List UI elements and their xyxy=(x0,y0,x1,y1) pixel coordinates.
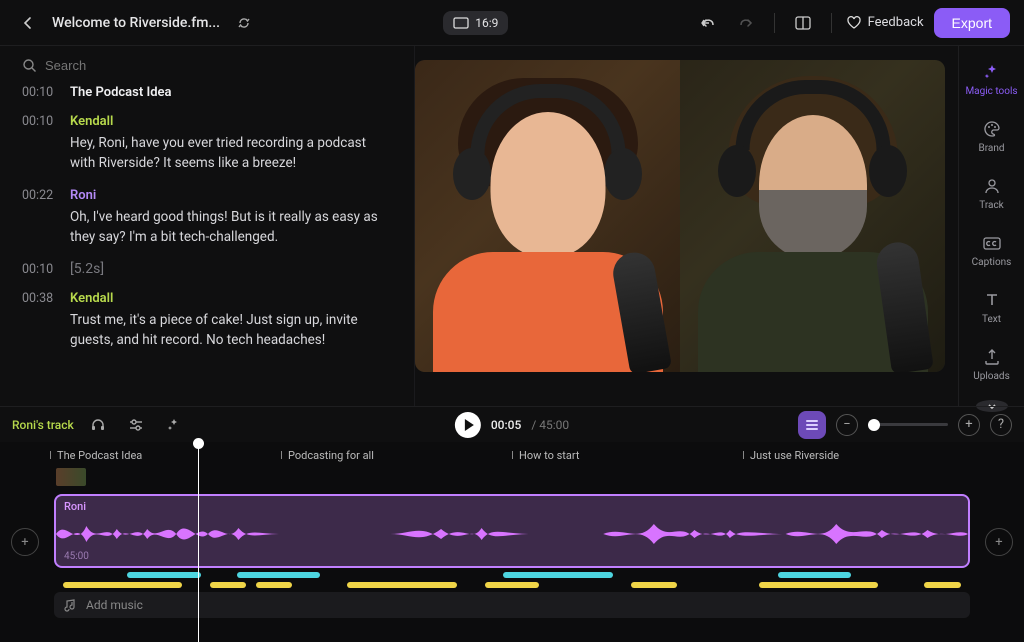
upload-icon xyxy=(982,347,1002,367)
clip-marker[interactable] xyxy=(778,572,851,578)
transcript-time: 00:10 xyxy=(22,114,56,129)
search-input[interactable] xyxy=(45,58,392,73)
feedback-button[interactable]: Feedback xyxy=(846,15,924,31)
add-track-right-button[interactable]: + xyxy=(985,528,1013,556)
aspect-label: 16:9 xyxy=(475,16,498,30)
transcript-time: 00:38 xyxy=(22,291,56,306)
magic-wand-icon[interactable] xyxy=(160,411,188,439)
zoom-slider[interactable] xyxy=(868,423,948,426)
rail-label: Captions xyxy=(972,257,1012,268)
settings-sliders-icon[interactable] xyxy=(122,411,150,439)
aspect-icon xyxy=(453,17,469,29)
rail-item-text[interactable]: Text xyxy=(959,286,1024,329)
help-button[interactable]: ? xyxy=(990,414,1012,436)
add-music-label: Add music xyxy=(86,598,143,612)
undo-button[interactable] xyxy=(694,9,722,37)
T-icon xyxy=(982,290,1002,310)
export-button[interactable]: Export xyxy=(934,8,1010,38)
clip-marker[interactable] xyxy=(63,582,182,588)
feedback-label: Feedback xyxy=(868,15,924,30)
transcript-row[interactable]: 00:22 Roni Oh, I've heard good things! But… xyxy=(22,188,392,248)
layout-button[interactable] xyxy=(789,9,817,37)
clip-markers xyxy=(54,572,970,586)
person-icon xyxy=(982,176,1002,196)
headphones-icon[interactable] xyxy=(84,411,112,439)
chapter-marker[interactable]: Just use Riverside xyxy=(743,449,839,462)
transcript-panel: 00:10 The Podcast Idea 00:10 Kendall Hey, Ro… xyxy=(0,46,415,406)
transcript-gap: [5.2s] xyxy=(70,261,392,277)
current-time: 00:05 xyxy=(491,418,521,432)
thumbnail-strip xyxy=(50,464,974,492)
rail-item-brand[interactable]: Brand xyxy=(959,115,1024,158)
clip-marker[interactable] xyxy=(631,582,677,588)
clip-marker[interactable] xyxy=(759,582,878,588)
transcript-speaker: Kendall xyxy=(70,291,392,306)
sparkle-icon xyxy=(982,62,1002,82)
transcript-time: 00:22 xyxy=(22,188,56,203)
waveform xyxy=(56,514,968,554)
transcript-time: 00:10 xyxy=(22,85,56,100)
clip-marker[interactable] xyxy=(347,582,457,588)
rail-label: Track xyxy=(979,200,1004,211)
transcript-chapter-title: The Podcast Idea xyxy=(70,85,392,100)
cc-icon xyxy=(982,233,1002,253)
rail-item-uploads[interactable]: Uploads xyxy=(959,343,1024,386)
track-duration: 45:00 xyxy=(64,551,89,562)
clip-marker[interactable] xyxy=(210,582,247,588)
preview-panel xyxy=(415,46,958,406)
sync-icon[interactable] xyxy=(230,9,258,37)
playback-bar: Roni's track 00:05 / 45:00 − + ? xyxy=(0,406,1024,442)
transcript-text: Hey, Roni, have you ever tried recording… xyxy=(70,133,392,174)
total-time: / 45:00 xyxy=(531,418,569,432)
divider xyxy=(774,13,775,33)
transcript-speaker: Roni xyxy=(70,188,392,203)
aspect-ratio-selector[interactable]: 16:9 xyxy=(443,11,508,35)
rail-label: Brand xyxy=(978,143,1004,154)
transcript-text: Oh, I've heard good things! But is it re… xyxy=(70,207,392,248)
transcript-row[interactable]: 00:10 [5.2s] xyxy=(22,261,392,277)
magic-mode-button[interactable] xyxy=(798,411,826,439)
playhead[interactable] xyxy=(198,442,199,642)
zoom-in-button[interactable]: + xyxy=(958,414,980,436)
rail-label: Uploads xyxy=(973,371,1009,382)
clip-marker[interactable] xyxy=(237,572,319,578)
clip-marker[interactable] xyxy=(924,582,961,588)
clip-marker[interactable] xyxy=(256,582,293,588)
right-rail: Magic tools Brand Track Captions Text Uploads xyxy=(958,46,1024,406)
video-preview[interactable] xyxy=(415,60,945,372)
back-button[interactable] xyxy=(14,9,42,37)
timeline: + The Podcast Idea Podcasting for all How … xyxy=(0,442,1024,642)
chapter-marker[interactable]: How to start xyxy=(512,449,579,462)
zoom-out-button[interactable]: − xyxy=(836,414,858,436)
rail-label: Magic tools xyxy=(965,86,1017,97)
heart-icon xyxy=(846,15,862,31)
add-music-button[interactable]: Add music xyxy=(54,592,970,618)
rail-item-captions[interactable]: Captions xyxy=(959,229,1024,272)
transcript-speaker: Kendall xyxy=(70,114,392,129)
track-name-label: Roni's track xyxy=(12,418,74,432)
play-button[interactable] xyxy=(455,412,481,438)
chapter-marker[interactable]: Podcasting for all xyxy=(281,449,374,462)
clip-marker[interactable] xyxy=(503,572,613,578)
audio-track[interactable]: Roni 45:00 xyxy=(54,494,970,568)
transcript-row[interactable]: 00:10 Kendall Hey, Roni, have you ever tri… xyxy=(22,114,392,174)
transcript-time: 00:10 xyxy=(22,262,56,277)
divider xyxy=(831,13,832,33)
rail-label: Text xyxy=(982,314,1001,325)
project-title: Welcome to Riverside.fm... xyxy=(52,15,220,31)
rail-item-track[interactable]: Track xyxy=(959,172,1024,215)
chapter-marker[interactable]: The Podcast Idea xyxy=(50,449,142,462)
search-icon xyxy=(22,58,37,73)
clip-marker[interactable] xyxy=(127,572,200,578)
palette-icon xyxy=(982,119,1002,139)
transcript-row[interactable]: 00:10 The Podcast Idea xyxy=(22,85,392,100)
redo-button[interactable] xyxy=(732,9,760,37)
app-header: Welcome to Riverside.fm... 16:9 Feedback… xyxy=(0,0,1024,46)
clip-marker[interactable] xyxy=(485,582,540,588)
music-icon xyxy=(64,598,78,612)
rail-item-magic-tools[interactable]: Magic tools xyxy=(959,58,1024,101)
transcript-text: Trust me, it's a piece of cake! Just sig… xyxy=(70,310,392,351)
transcript-row[interactable]: 00:38 Kendall Trust me, it's a piece of ca… xyxy=(22,291,392,351)
add-track-left-button[interactable]: + xyxy=(11,528,39,556)
